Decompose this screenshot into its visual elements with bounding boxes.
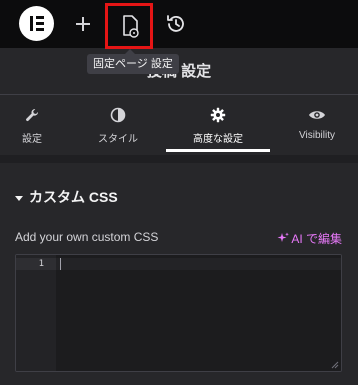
- section-title: カスタム CSS: [29, 189, 118, 205]
- page-settings-tooltip: 固定ページ 設定: [87, 49, 179, 74]
- custom-css-label: Add your own custom CSS: [15, 230, 159, 244]
- tab-label: 高度な設定: [193, 134, 243, 145]
- tab-label: Visibility: [299, 130, 335, 141]
- line-number: 1: [16, 258, 56, 270]
- active-line-highlight: [56, 258, 341, 270]
- top-bar: [0, 0, 358, 49]
- panel-title: 投稿 設定: [146, 63, 212, 80]
- tab-label: スタイル: [98, 134, 138, 145]
- ai-edit-button[interactable]: AI で編集: [277, 230, 342, 247]
- panel-tabs: 設定 スタイル 高度な設定 Visibility: [0, 95, 358, 153]
- add-element-button[interactable]: [65, 6, 101, 42]
- editor-gutter: 1: [16, 255, 56, 371]
- page-settings-button[interactable]: [105, 3, 153, 49]
- custom-css-section-toggle[interactable]: カスタム CSS: [15, 187, 118, 207]
- ai-edit-label: AI で編集: [291, 232, 342, 246]
- elementor-logo-icon[interactable]: [19, 6, 54, 41]
- tab-advanced[interactable]: 高度な設定: [166, 95, 270, 153]
- tab-visibility[interactable]: Visibility: [287, 95, 347, 153]
- wrench-icon: [26, 108, 39, 122]
- code-input[interactable]: [56, 255, 341, 371]
- section-divider: [0, 155, 358, 163]
- custom-css-editor[interactable]: 1: [15, 254, 342, 372]
- tab-label: 設定: [22, 134, 42, 145]
- contrast-icon: [110, 107, 126, 123]
- active-tab-indicator: [166, 149, 270, 152]
- history-button[interactable]: [158, 6, 194, 42]
- text-cursor: [60, 258, 61, 270]
- gear-icon: [210, 107, 226, 123]
- tab-style[interactable]: スタイル: [78, 95, 158, 153]
- caret-down-icon: [15, 195, 23, 201]
- page-settings-icon: [123, 15, 139, 38]
- tab-settings[interactable]: 設定: [2, 95, 62, 153]
- resize-handle-icon[interactable]: [331, 361, 339, 369]
- sparkle-icon: [277, 232, 290, 242]
- eye-icon: [309, 111, 325, 119]
- history-icon: [167, 15, 184, 32]
